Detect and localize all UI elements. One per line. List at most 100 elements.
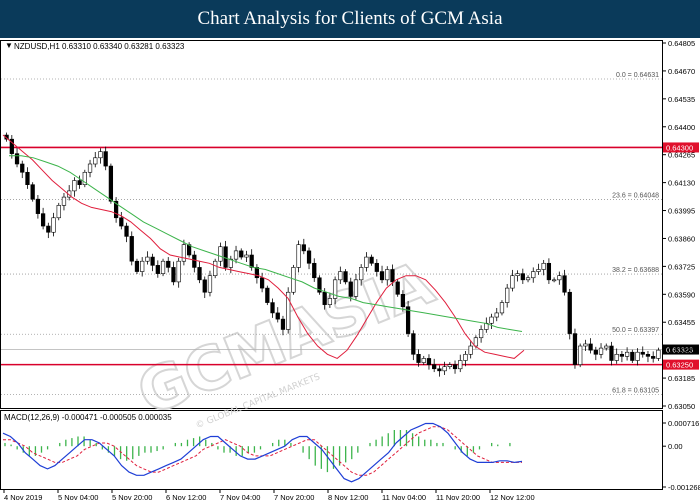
candle-body xyxy=(562,275,567,293)
candle-body xyxy=(400,294,406,308)
x-tick-label: 6 Nov 12:00 xyxy=(166,493,206,500)
y-tick-label: 0.63995 xyxy=(668,207,695,216)
y-tick-label: 0.63455 xyxy=(668,318,695,327)
fib-label: 50.0 = 0.63397 xyxy=(612,327,659,334)
candle-body xyxy=(160,260,166,274)
macd-y-tick-label: 0.000716 xyxy=(668,419,699,428)
candle-body xyxy=(614,353,619,361)
candle-body xyxy=(61,196,67,206)
y-tick-label: 0.63185 xyxy=(668,374,695,383)
candle-body xyxy=(244,254,249,258)
candle-body xyxy=(567,291,572,334)
candle-body xyxy=(202,279,207,293)
x-tick-label: 11 Nov 04:00 xyxy=(382,493,426,500)
candle-body xyxy=(588,343,593,351)
candle-body xyxy=(51,217,56,233)
price-chart: GCMASIA © GLOBAL CAPITAL MARKETS 0.0 = 0… xyxy=(0,39,700,500)
candle-body xyxy=(249,254,254,268)
candle-body xyxy=(192,254,197,268)
candle-body xyxy=(395,281,400,295)
candle-body xyxy=(270,302,275,314)
candle-body xyxy=(598,347,604,355)
candle-body xyxy=(87,163,93,173)
candle-body xyxy=(473,337,479,347)
candle xyxy=(56,202,61,221)
x-tick-label: 5 Nov 04:00 xyxy=(58,493,98,500)
candle-body xyxy=(155,265,160,274)
candle-body xyxy=(630,351,635,361)
y-tick-label: 0.63860 xyxy=(668,234,695,243)
y-tick-label: 0.64535 xyxy=(668,95,695,104)
x-tick-label: 5 Nov 20:00 xyxy=(112,493,152,500)
candle-body xyxy=(239,250,244,258)
candle-body xyxy=(437,368,442,372)
candle-body xyxy=(296,244,301,268)
candle-body xyxy=(348,281,353,297)
candle-body xyxy=(520,273,525,281)
candle-body xyxy=(46,225,51,233)
candle-body xyxy=(306,250,312,264)
candle-body xyxy=(645,353,651,357)
x-tick-label: 4 Nov 2019 xyxy=(4,493,42,500)
x-tick-label: 8 Nov 12:00 xyxy=(328,493,368,500)
candle-body xyxy=(108,165,114,202)
candle xyxy=(286,287,291,334)
candle-body xyxy=(572,333,578,365)
candle-body xyxy=(379,271,385,281)
candle-body xyxy=(385,269,390,281)
candle-body xyxy=(98,151,103,159)
candle-body xyxy=(604,345,609,349)
candle-body xyxy=(353,279,359,297)
candle-body xyxy=(551,279,557,282)
candle-body xyxy=(275,312,280,320)
candle-body xyxy=(583,343,588,347)
candle-body xyxy=(619,353,625,357)
candle xyxy=(30,182,35,202)
candle-body xyxy=(254,267,260,279)
x-tick-label: 11 Nov 20:00 xyxy=(436,493,480,500)
candle xyxy=(134,258,140,275)
candle-body xyxy=(30,184,35,200)
candle-body xyxy=(390,269,395,283)
fib-label: 23.6 = 0.64048 xyxy=(612,193,659,200)
candle-body xyxy=(557,275,562,281)
candle-body xyxy=(140,260,145,272)
candle-body xyxy=(525,277,531,281)
candle-body xyxy=(374,262,379,272)
candle-body xyxy=(546,262,552,281)
candle-body xyxy=(463,353,468,361)
candle-body xyxy=(233,250,239,260)
macd-y-tick-label: 0.00 xyxy=(668,442,683,451)
candle-body xyxy=(181,244,187,262)
candle xyxy=(160,258,166,277)
candle xyxy=(265,285,270,306)
candle-body xyxy=(640,351,645,355)
y-tick-label: 0.64670 xyxy=(668,67,695,76)
candle-body xyxy=(176,260,181,283)
candle-body xyxy=(489,316,494,324)
candle-body xyxy=(77,180,82,185)
candle-body xyxy=(119,217,124,227)
candle-body xyxy=(327,298,333,305)
candle xyxy=(108,163,114,204)
x-tick-label: 7 Nov 04:00 xyxy=(220,493,260,500)
candle-body xyxy=(447,364,452,368)
candle-body xyxy=(134,260,140,272)
y-tick-label: 0.63590 xyxy=(668,290,695,299)
fib-label: 38.2 = 0.63688 xyxy=(612,267,659,274)
x-tick-label: 12 Nov 12:00 xyxy=(490,493,535,500)
candle-body xyxy=(442,366,447,372)
candle-body xyxy=(624,351,630,357)
candle-body xyxy=(171,267,176,283)
candle-body xyxy=(411,333,416,355)
candle-body xyxy=(56,205,61,219)
dropdown-triangle-icon[interactable]: ▼ xyxy=(5,41,13,50)
y-tick-label: 0.64400 xyxy=(668,123,695,132)
macd-label: MACD(12,26,9) -0.000471 -0.000505 0.0000… xyxy=(4,413,172,422)
candle-body xyxy=(458,360,463,370)
candle xyxy=(499,300,505,316)
candle-body xyxy=(93,157,98,165)
candle-body xyxy=(218,246,223,262)
candle-body xyxy=(213,260,218,276)
candle-body xyxy=(343,271,348,283)
